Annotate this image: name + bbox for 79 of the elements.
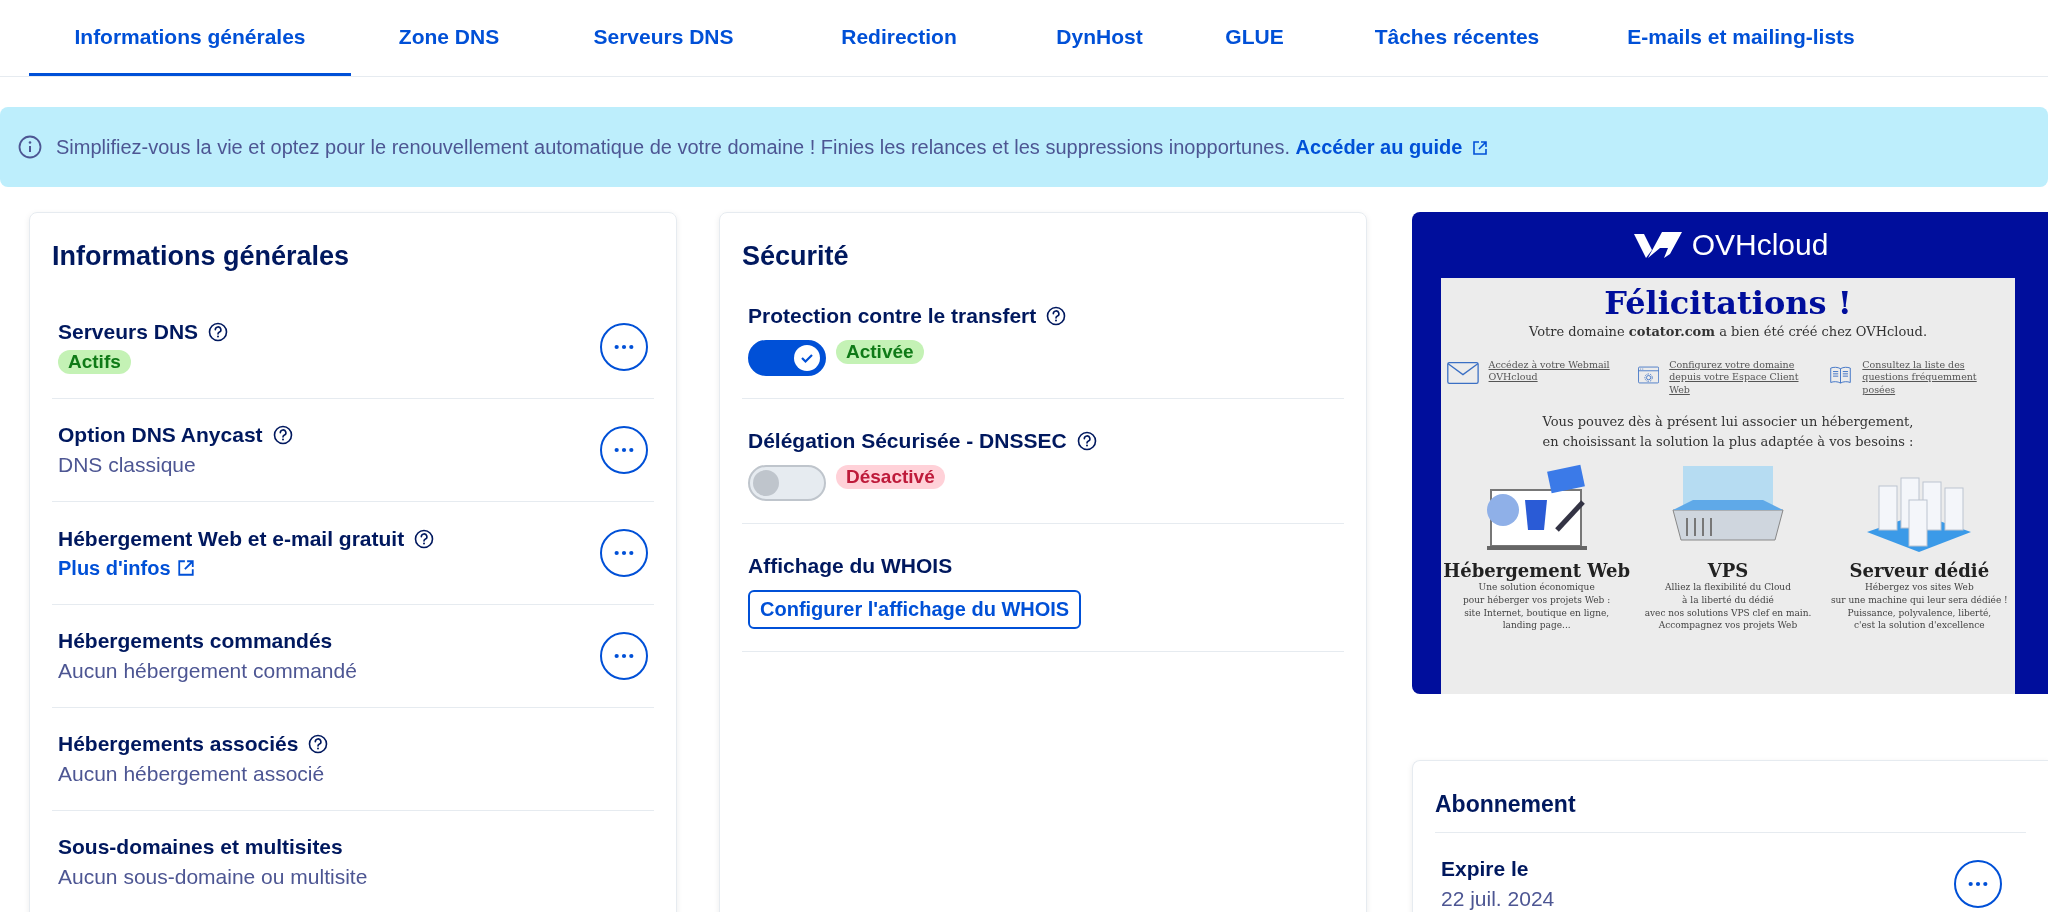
toggle-switch[interactable] bbox=[748, 465, 826, 501]
product-description: landing page... bbox=[1502, 619, 1571, 632]
field-value: DNS classique bbox=[58, 453, 197, 477]
promo-text: Vous pouvez dès à présent lui associer un hébergement, bbox=[1542, 413, 1914, 432]
external-link-icon bbox=[1472, 140, 1489, 157]
envelope-icon bbox=[1446, 359, 1479, 387]
ellipsis-icon bbox=[613, 549, 635, 557]
tab[interactable]: DynHost bbox=[1018, 0, 1181, 76]
help-icon[interactable] bbox=[272, 425, 293, 445]
more-info-link[interactable]: Plus d'infos bbox=[58, 556, 435, 580]
more-options-button[interactable] bbox=[600, 632, 648, 680]
tab[interactable]: Informations générales bbox=[29, 0, 351, 76]
help-icon[interactable] bbox=[308, 734, 329, 754]
more-options-button[interactable] bbox=[1954, 860, 2002, 908]
product-description: Accompagnez vos projets Web bbox=[1658, 619, 1798, 632]
tab[interactable]: GLUE bbox=[1181, 0, 1328, 76]
tab[interactable]: Serveurs DNS bbox=[547, 0, 780, 76]
product-description: site Internet, boutique en ligne, bbox=[1464, 606, 1610, 620]
product-description: avec nos solutions VPS clef en main. bbox=[1644, 606, 1812, 620]
card-title: Informations générales bbox=[52, 241, 351, 272]
product-description: c'est la solution d'excellence bbox=[1854, 619, 1985, 632]
ellipsis-icon bbox=[613, 652, 635, 660]
field-label: Délégation Sécurisée - DNSSEC bbox=[748, 429, 1067, 453]
field-value: Aucun sous-domaine ou multisite bbox=[58, 865, 368, 889]
product-description: Hébergez vos sites Web bbox=[1864, 581, 1974, 594]
product-description: Une solution économique bbox=[1478, 582, 1595, 594]
promo-link[interactable]: Configurez votre domaine depuis votre Espace Client Web bbox=[1669, 359, 1818, 397]
product-description: Alliez la flexibilité du Cloud bbox=[1665, 581, 1791, 594]
more-options-button[interactable] bbox=[600, 323, 648, 371]
promo-subtitle: Votre domaine cotator.com a bien été créé chez OVHcloud. bbox=[1528, 324, 1928, 339]
tab[interactable]: E-mails et mailing-lists bbox=[1586, 0, 1896, 76]
more-options-button[interactable] bbox=[600, 529, 648, 577]
product-description: pour héberger vos projets Web : bbox=[1463, 593, 1611, 607]
tab[interactable]: Redirection bbox=[780, 0, 1018, 76]
field-label: Hébergements associés bbox=[58, 732, 299, 756]
more-options-button[interactable] bbox=[600, 426, 648, 474]
help-icon[interactable] bbox=[414, 528, 435, 549]
promo-link[interactable]: Accédez à votre Webmail OVHcloud bbox=[1488, 359, 1627, 384]
product-name: Hébergement Web bbox=[1443, 560, 1631, 582]
product-description: Puissance, polyvalence, liberté, bbox=[1847, 606, 1992, 620]
card-title: Abonnement bbox=[1435, 791, 2026, 833]
help-icon[interactable] bbox=[1046, 306, 1067, 326]
field-value: Aucun hébergement commandé bbox=[58, 659, 357, 683]
status-badge: Actifs bbox=[58, 350, 131, 374]
help-icon[interactable] bbox=[1076, 431, 1097, 451]
guide-link[interactable]: Accéder au guide bbox=[1295, 135, 1489, 158]
field-label: Hébergement Web et e-mail gratuit bbox=[58, 526, 405, 551]
product-description: sur une machine qui leur sera dédiée ! bbox=[1830, 593, 2008, 607]
product-name: VPS bbox=[1707, 560, 1749, 582]
promo-link[interactable]: Consultez la liste des questions fréquemment posées bbox=[1862, 359, 2010, 397]
field-label: Protection contre le transfert bbox=[748, 304, 1037, 328]
field-value: 22 juil. 2024 bbox=[1441, 887, 1555, 911]
card-title: Sécurité bbox=[742, 241, 850, 272]
tab[interactable]: Zone DNS bbox=[351, 0, 547, 76]
field-label: Expire le bbox=[1441, 857, 1530, 881]
banner-text: Simplifiez-vous la vie et optez pour le renouvellement automatique de votre domaine ! Finies les relances et les suppressions inopportunes. Accéder au guide bbox=[56, 135, 1489, 159]
configure-whois-button[interactable]: Configurer l'affichage du WHOIS bbox=[748, 590, 1082, 629]
logo-text: OVHcloud bbox=[1691, 228, 1829, 262]
field-label: Hébergements commandés bbox=[58, 629, 333, 653]
field-label: Option DNS Anycast bbox=[58, 423, 263, 447]
product-description: à la liberté du dédié bbox=[1682, 593, 1774, 607]
promo-text: en choisissant la solution la plus adaptée à vos besoins : bbox=[1542, 433, 1914, 452]
promo-heading: Félicitations ! bbox=[1604, 284, 1852, 322]
status-badge: Activée bbox=[836, 340, 924, 364]
field-label: Serveurs DNS bbox=[58, 320, 199, 344]
field-label: Sous-domaines et multisites bbox=[58, 835, 343, 859]
product-name: Serveur dédié bbox=[1849, 560, 1990, 582]
ellipsis-icon bbox=[1967, 880, 1989, 888]
info-icon bbox=[18, 135, 42, 159]
status-badge: Désactivé bbox=[836, 465, 945, 489]
external-link-icon bbox=[176, 559, 195, 577]
ellipsis-icon bbox=[613, 446, 635, 454]
ellipsis-icon bbox=[613, 343, 635, 351]
toggle-switch[interactable] bbox=[748, 340, 826, 376]
tab[interactable]: Tâches récentes bbox=[1328, 0, 1586, 76]
field-label: Affichage du WHOIS bbox=[748, 554, 953, 578]
help-icon[interactable] bbox=[208, 322, 229, 342]
field-value: Aucun hébergement associé bbox=[58, 762, 326, 786]
logo-icon bbox=[1631, 230, 1684, 260]
